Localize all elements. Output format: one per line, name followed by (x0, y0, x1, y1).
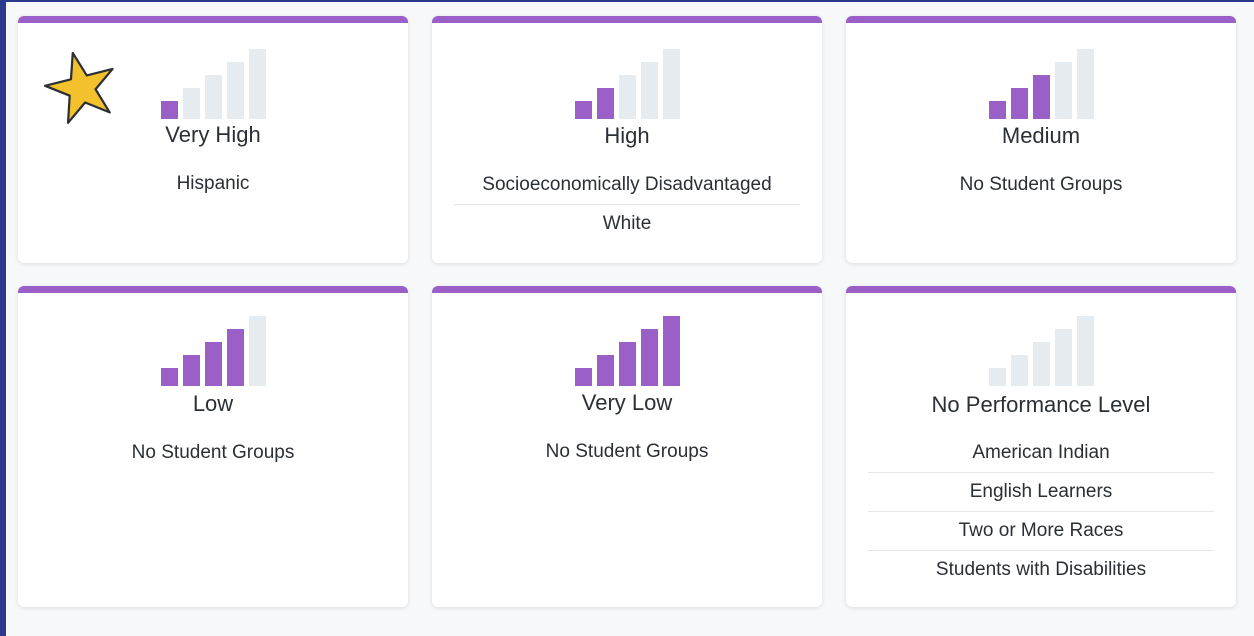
list-item: No Student Groups (131, 442, 295, 463)
level-bars (18, 316, 408, 386)
bar-2 (1010, 88, 1028, 119)
bar-1 (160, 368, 178, 386)
bar-4 (226, 329, 244, 386)
student-groups-list: Hispanic (40, 165, 386, 203)
card-very-high: Very High Hispanic (18, 16, 408, 263)
performance-levels-panel: Very High Hispanic High Socioeconomicall… (6, 2, 1254, 636)
bar-2 (1010, 355, 1028, 386)
card-no-performance-level: No Performance Level American Indian Eng… (846, 286, 1236, 607)
bar-5 (248, 49, 266, 119)
level-label: High (604, 123, 650, 148)
bar-4 (226, 62, 244, 119)
list-item: Students with Disabilities (935, 559, 1147, 580)
bar-2 (182, 88, 200, 119)
student-groups-list: Socioeconomically Disadvantaged White (454, 166, 800, 243)
list-item: Socioeconomically Disadvantaged (454, 166, 800, 205)
level-label: Very Low (581, 390, 673, 415)
level-bars (432, 49, 822, 119)
student-groups-list: No Student Groups (454, 433, 800, 471)
bar-4 (640, 62, 658, 119)
bar-2 (596, 88, 614, 119)
level-label: Medium (1001, 123, 1081, 148)
bar-1 (988, 101, 1006, 119)
list-item: English Learners (868, 473, 1214, 512)
student-groups-list: No Student Groups (40, 434, 386, 472)
bar-3 (618, 75, 636, 119)
student-groups-list: No Student Groups (868, 166, 1214, 204)
card-high: High Socioeconomically Disadvantaged Whi… (432, 16, 822, 263)
bar-1 (574, 368, 592, 386)
student-groups-list: American Indian English Learners Two or … (868, 434, 1214, 589)
bar-1 (988, 368, 1006, 386)
list-item: White (602, 213, 652, 234)
card-low: Low No Student Groups (18, 286, 408, 607)
bar-5 (1076, 316, 1094, 386)
list-item: Two or More Races (868, 512, 1214, 551)
bar-3 (1032, 75, 1050, 119)
bar-5 (248, 316, 266, 386)
level-bars (18, 49, 408, 119)
level-bars (432, 316, 822, 386)
bar-3 (618, 342, 636, 386)
bar-3 (204, 75, 222, 119)
bar-5 (662, 316, 680, 386)
card-medium: Medium No Student Groups (846, 16, 1236, 263)
list-item: No Student Groups (959, 174, 1123, 195)
bar-4 (1054, 329, 1072, 386)
bar-2 (182, 355, 200, 386)
list-item: No Student Groups (545, 441, 709, 462)
level-bars (846, 316, 1236, 386)
bar-2 (596, 355, 614, 386)
list-item: Hispanic (176, 173, 250, 194)
bar-5 (662, 49, 680, 119)
card-very-low: Very Low No Student Groups (432, 286, 822, 607)
bar-4 (640, 329, 658, 386)
bar-1 (574, 101, 592, 119)
level-label: No Performance Level (931, 392, 1151, 417)
level-label: Very High (165, 122, 261, 147)
bar-1 (160, 101, 178, 119)
bar-5 (1076, 49, 1094, 119)
level-label: Low (192, 391, 234, 416)
bar-3 (204, 342, 222, 386)
bar-4 (1054, 62, 1072, 119)
list-item: American Indian (868, 434, 1214, 473)
bar-3 (1032, 342, 1050, 386)
level-bars (846, 49, 1236, 119)
